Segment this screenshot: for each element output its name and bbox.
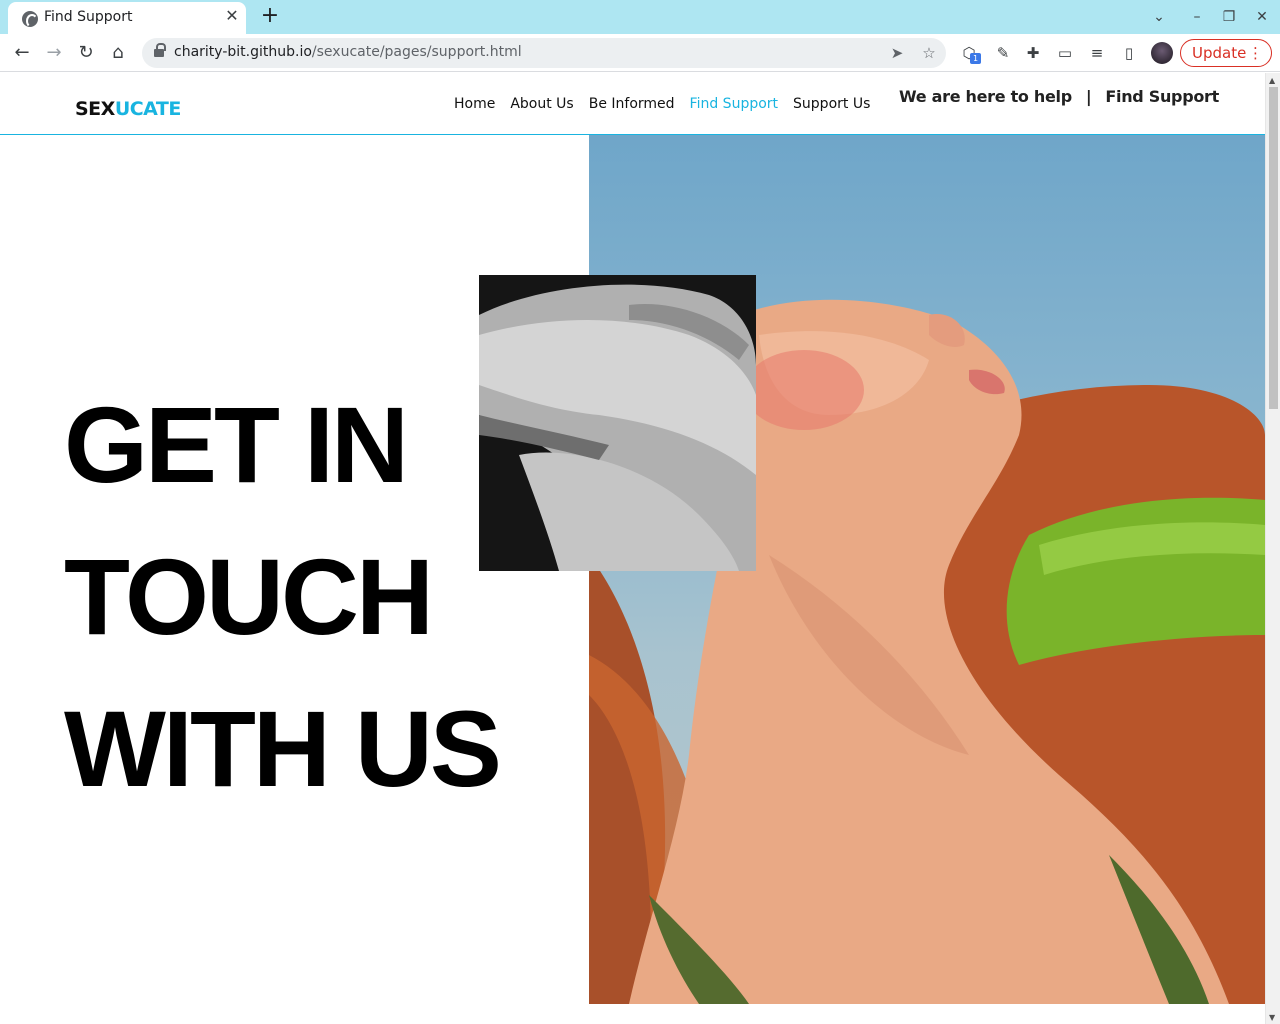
media-icon[interactable]: ≡ <box>1086 42 1108 64</box>
forward-arrow-icon[interactable]: → <box>42 41 66 65</box>
star-icon[interactable]: ☆ <box>918 42 940 64</box>
reload-icon[interactable]: ↻ <box>74 41 98 65</box>
tagline-page: Find Support <box>1105 87 1219 106</box>
new-tab-icon[interactable]: + <box>258 5 282 29</box>
main-nav: Home About Us Be Informed Find Support S… <box>454 96 885 112</box>
tab-search-icon[interactable]: ⌄ <box>1148 6 1170 28</box>
scroll-up-icon[interactable]: ▲ <box>1269 76 1275 85</box>
profile-avatar[interactable] <box>1151 42 1173 64</box>
back-arrow-icon[interactable]: ← <box>10 41 34 65</box>
extension-icon[interactable]: ⬡ 1 <box>958 42 981 64</box>
tagline-separator: | <box>1085 87 1092 106</box>
browser-toolbar: ← → ↻ ⌂ charity-bit.github.io/sexucate/p… <box>0 34 1280 72</box>
update-button[interactable]: Update ⋮ <box>1180 39 1272 67</box>
site-header: SEXUCATE Home About Us Be Informed Find … <box>0 73 1265 135</box>
send-icon[interactable]: ➤ <box>886 42 908 64</box>
close-tab-icon[interactable]: ✕ <box>222 6 242 26</box>
hero-line-3: WITH US <box>64 688 502 809</box>
nav-home[interactable]: Home <box>454 96 495 112</box>
address-bar[interactable]: charity-bit.github.io/sexucate/pages/sup… <box>142 38 946 68</box>
hero-heading: GET IN TOUCH WITH US <box>64 369 502 825</box>
inset-photo <box>479 275 756 571</box>
hero-line-2: TOUCH <box>64 536 434 657</box>
extension-badge: 1 <box>970 53 981 64</box>
tab-title: Find Support <box>44 9 133 25</box>
url-text[interactable]: charity-bit.github.io/sexucate/pages/sup… <box>174 44 522 60</box>
nav-about-us[interactable]: About Us <box>510 96 573 112</box>
home-icon[interactable]: ⌂ <box>106 41 130 65</box>
browser-tab-strip: Find Support ✕ + ⌄ – ❐ ✕ <box>0 0 1280 34</box>
close-window-icon[interactable]: ✕ <box>1251 6 1273 28</box>
side-panel-icon[interactable]: ▯ <box>1118 42 1140 64</box>
update-label: Update <box>1192 44 1247 62</box>
hero-line-1: GET IN <box>64 384 409 505</box>
scrollbar-thumb[interactable] <box>1269 87 1278 409</box>
nav-be-informed[interactable]: Be Informed <box>589 96 675 112</box>
restore-icon[interactable]: ❐ <box>1218 6 1240 28</box>
tagline-text: We are here to help <box>899 87 1072 106</box>
lock-icon[interactable] <box>154 43 166 58</box>
page-scrollbar[interactable]: ▲ ▼ <box>1265 73 1280 1024</box>
header-tagline: We are here to help | Find Support <box>899 87 1219 106</box>
minimize-icon[interactable]: – <box>1186 6 1208 28</box>
scroll-down-icon[interactable]: ▼ <box>1269 1013 1275 1022</box>
nav-find-support[interactable]: Find Support <box>690 96 778 112</box>
site-logo[interactable]: SEXUCATE <box>75 98 181 120</box>
eyedropper-icon[interactable]: ✎ <box>992 42 1014 64</box>
nav-support-us[interactable]: Support Us <box>793 96 870 112</box>
more-menu-icon[interactable]: ⋮ <box>1248 40 1263 66</box>
puzzle-icon[interactable]: ✚ <box>1022 42 1044 64</box>
globe-icon <box>22 11 38 28</box>
page-viewport: SEXUCATE Home About Us Be Informed Find … <box>0 73 1280 1024</box>
cast-icon[interactable]: ▭ <box>1054 42 1076 64</box>
browser-tab[interactable]: Find Support ✕ <box>8 2 246 34</box>
